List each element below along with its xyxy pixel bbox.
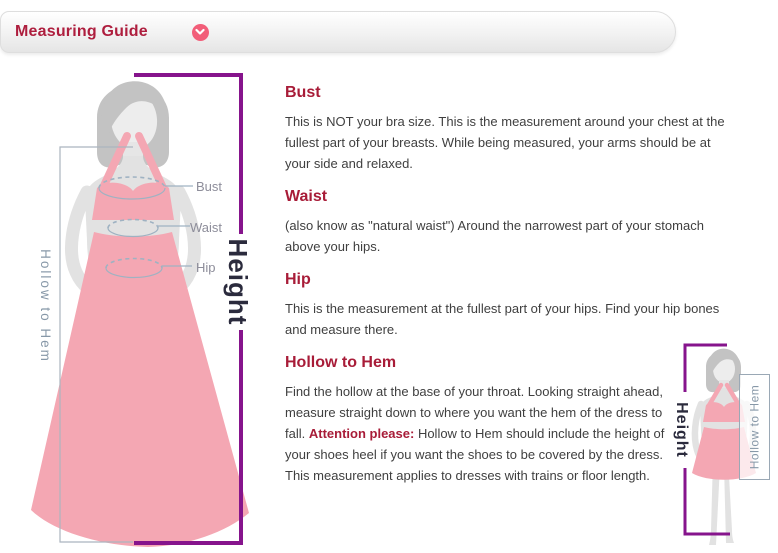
measuring-guide-header[interactable]: Measuring Guide: [0, 11, 676, 53]
attention-label: Attention please: [309, 426, 410, 441]
section-body: This is NOT your bra size. This is the m…: [285, 111, 735, 174]
section-body: (also know as "natural waist") Around th…: [285, 215, 735, 257]
hip-label: Hip: [196, 260, 216, 275]
page-title: Measuring Guide: [15, 23, 148, 41]
chevron-down-icon: [195, 28, 205, 36]
hollow-to-hem-label-large: Hollow to Hem: [36, 238, 54, 374]
section-bust: Bust This is NOT your bra size. This is …: [285, 84, 735, 174]
dress-skirt: [31, 232, 249, 547]
height-label-large: Height: [223, 234, 253, 330]
collapse-button[interactable]: [192, 24, 209, 41]
bust-label: Bust: [196, 179, 222, 194]
section-waist: Waist (also know as "natural waist") Aro…: [285, 188, 735, 257]
hollow-to-hem-box-small: Hollow to Hem: [739, 374, 770, 480]
measuring-guide-page: Measuring Guide: [0, 0, 778, 553]
section-title: Waist: [285, 188, 735, 206]
section-title: Hip: [285, 271, 735, 289]
section-title: Bust: [285, 84, 735, 102]
waist-label: Waist: [190, 220, 222, 235]
section-body: Find the hollow at the base of your thro…: [285, 381, 685, 486]
attention-separator: :: [410, 426, 418, 441]
height-label-small: Height: [671, 392, 691, 468]
hollow-to-hem-label-small: Hollow to Hem: [748, 385, 762, 470]
